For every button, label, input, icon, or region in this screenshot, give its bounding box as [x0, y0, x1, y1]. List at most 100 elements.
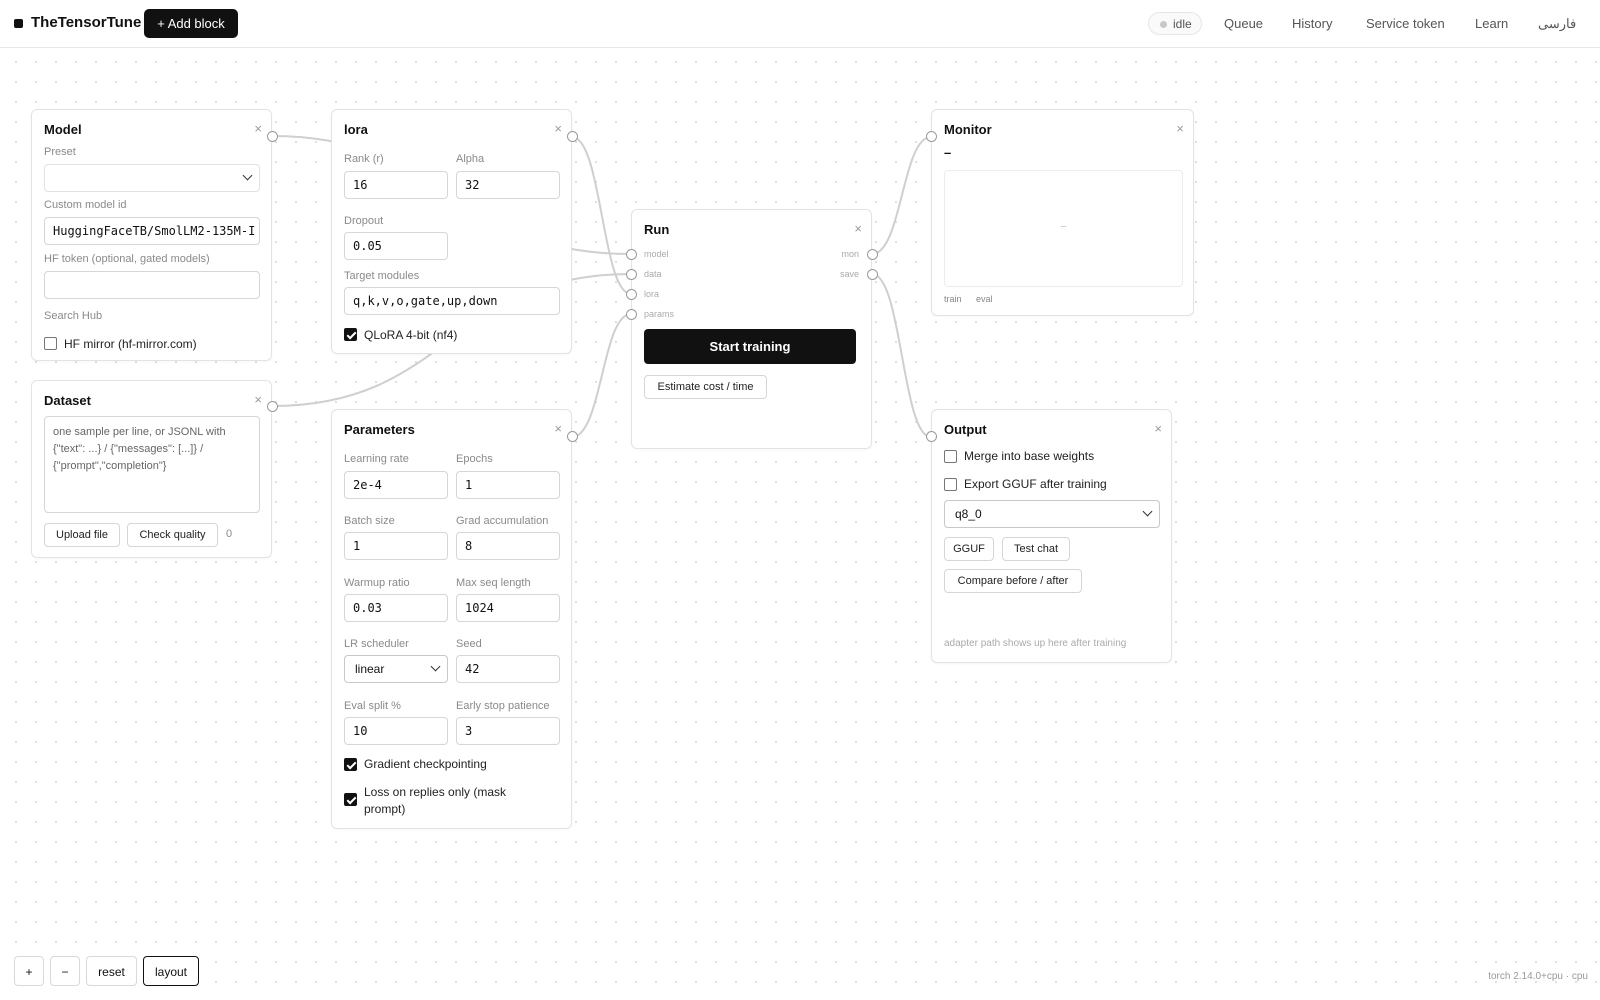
run-close-icon[interactable]: × — [854, 221, 862, 236]
runtime-info: torch 2.14.0+cpu · cpu — [1488, 971, 1588, 982]
lr-scheduler-select[interactable]: linear — [344, 655, 448, 683]
export-gguf-checkbox[interactable] — [944, 478, 957, 491]
estimate-cost-button[interactable]: Estimate cost / time — [644, 375, 767, 399]
chevron-down-icon — [242, 170, 253, 181]
nav-queue[interactable]: Queue — [1224, 16, 1263, 31]
dataset-out-port[interactable] — [267, 401, 278, 412]
output-node[interactable]: Output × Merge into base weights Export … — [931, 409, 1172, 663]
parameters-node[interactable]: Parameters × Learning rate 2e-4 Epochs 1… — [331, 409, 572, 829]
merge-checkbox[interactable] — [944, 450, 957, 463]
model-close-icon[interactable]: × — [254, 121, 262, 136]
params-out-port[interactable] — [567, 431, 578, 442]
dataset-node[interactable]: Dataset × one sample per line, or JSONL … — [31, 380, 272, 558]
upload-file-button[interactable]: Upload file — [44, 523, 120, 547]
batch-size-label: Batch size — [344, 515, 395, 527]
layout-button[interactable]: layout — [143, 956, 199, 986]
lora-out-port[interactable] — [567, 131, 578, 142]
run-in-params-port[interactable] — [626, 309, 637, 320]
batch-size-input[interactable]: 1 — [344, 532, 448, 560]
run-out-save-port[interactable] — [867, 269, 878, 280]
compare-button[interactable]: Compare before / after — [944, 569, 1082, 593]
nav-history[interactable]: History — [1292, 16, 1332, 31]
learning-rate-input[interactable]: 2e-4 — [344, 471, 448, 499]
lora-close-icon[interactable]: × — [554, 121, 562, 136]
monitor-close-icon[interactable]: × — [1176, 121, 1184, 136]
grad-accum-label: Grad accumulation — [456, 515, 549, 527]
dataset-node-title: Dataset — [44, 393, 91, 408]
status-text: idle — [1173, 17, 1192, 31]
preset-select[interactable] — [44, 164, 260, 192]
dropout-input[interactable]: 0.05 — [344, 232, 448, 260]
quant-value: q8_0 — [955, 507, 982, 521]
target-modules-input[interactable]: q,k,v,o,gate,up,down — [344, 287, 560, 315]
parameters-close-icon[interactable]: × — [554, 421, 562, 436]
reset-view-button[interactable]: reset — [86, 956, 137, 986]
top-bar: TheTensorTune + Add block idle Queue His… — [0, 0, 1600, 48]
monitor-chart-area: – — [944, 170, 1183, 287]
app-title: TheTensorTune — [31, 14, 142, 31]
qlora-checkbox[interactable] — [344, 328, 357, 341]
lora-node[interactable]: lora × Rank (r) 16 Alpha 32 Dropout 0.05… — [331, 109, 572, 354]
loss-on-replies-label-cont: prompt) — [364, 802, 406, 816]
parameters-node-title: Parameters — [344, 422, 415, 437]
early-stop-input[interactable]: 3 — [456, 717, 560, 745]
hf-mirror-label: HF mirror (hf-mirror.com) — [64, 337, 197, 351]
dataset-close-icon[interactable]: × — [254, 392, 262, 407]
monitor-value: – — [944, 145, 952, 160]
model-node-title: Model — [44, 122, 82, 137]
grad-accum-input[interactable]: 8 — [456, 532, 560, 560]
nav-service-token[interactable]: Service token — [1366, 16, 1445, 31]
zoom-in-button[interactable]: + — [14, 956, 44, 986]
rank-input[interactable]: 16 — [344, 171, 448, 199]
epochs-input[interactable]: 1 — [456, 471, 560, 499]
legend-eval: eval — [976, 294, 993, 304]
max-seq-input[interactable]: 1024 — [456, 594, 560, 622]
run-node[interactable]: Run × model data lora params mon save St… — [631, 209, 872, 449]
loss-on-replies-checkbox[interactable] — [344, 793, 357, 806]
output-close-icon[interactable]: × — [1154, 421, 1162, 436]
alpha-input[interactable]: 32 — [456, 171, 560, 199]
hf-token-input[interactable] — [44, 271, 260, 299]
eval-split-label: Eval split % — [344, 700, 401, 712]
run-port-params-label: params — [644, 309, 675, 319]
gradient-checkpointing-checkbox[interactable] — [344, 758, 357, 771]
gradient-checkpointing-label: Gradient checkpointing — [364, 757, 487, 771]
run-node-title: Run — [644, 222, 670, 237]
merge-label: Merge into base weights — [964, 449, 1095, 463]
run-in-data-port[interactable] — [626, 269, 637, 280]
output-in-port[interactable] — [926, 431, 937, 442]
hf-token-label: HF token (optional, gated models) — [44, 253, 210, 265]
model-node[interactable]: Model × Preset Custom model id HuggingFa… — [31, 109, 272, 361]
warmup-input[interactable]: 0.03 — [344, 594, 448, 622]
gguf-button[interactable]: GGUF — [944, 537, 994, 561]
run-in-lora-port[interactable] — [626, 289, 637, 300]
quant-select[interactable]: q8_0 — [944, 500, 1160, 528]
adapter-path-note: adapter path shows up here after trainin… — [944, 638, 1127, 649]
check-quality-button[interactable]: Check quality — [127, 523, 218, 547]
preset-label: Preset — [44, 146, 76, 158]
status-dot-icon — [1160, 21, 1167, 28]
model-out-port[interactable] — [267, 131, 278, 142]
nav-language[interactable]: فارسی — [1538, 16, 1576, 32]
hf-mirror-checkbox[interactable] — [44, 337, 57, 350]
legend-train: train — [944, 294, 962, 304]
eval-split-input[interactable]: 10 — [344, 717, 448, 745]
run-out-mon-port[interactable] — [867, 249, 878, 260]
chevron-down-icon — [430, 661, 441, 672]
warmup-label: Warmup ratio — [344, 577, 410, 589]
run-port-save-label: save — [839, 269, 859, 279]
custom-model-label: Custom model id — [44, 199, 127, 211]
nav-learn[interactable]: Learn — [1475, 16, 1508, 31]
zoom-out-button[interactable]: − — [50, 956, 80, 986]
custom-model-input[interactable]: HuggingFaceTB/SmolLM2-135M-I — [44, 217, 260, 245]
add-block-button[interactable]: + Add block — [144, 9, 238, 38]
monitor-node[interactable]: Monitor × – – train eval — [931, 109, 1194, 316]
loss-on-replies-label: Loss on replies only (mask — [364, 785, 507, 799]
start-training-button[interactable]: Start training — [644, 329, 856, 364]
rank-label: Rank (r) — [344, 153, 384, 165]
seed-input[interactable]: 42 — [456, 655, 560, 683]
dataset-textarea[interactable]: one sample per line, or JSONL with {"tex… — [44, 416, 260, 513]
test-chat-button[interactable]: Test chat — [1002, 537, 1070, 561]
monitor-in-port[interactable] — [926, 131, 937, 142]
run-in-model-port[interactable] — [626, 249, 637, 260]
